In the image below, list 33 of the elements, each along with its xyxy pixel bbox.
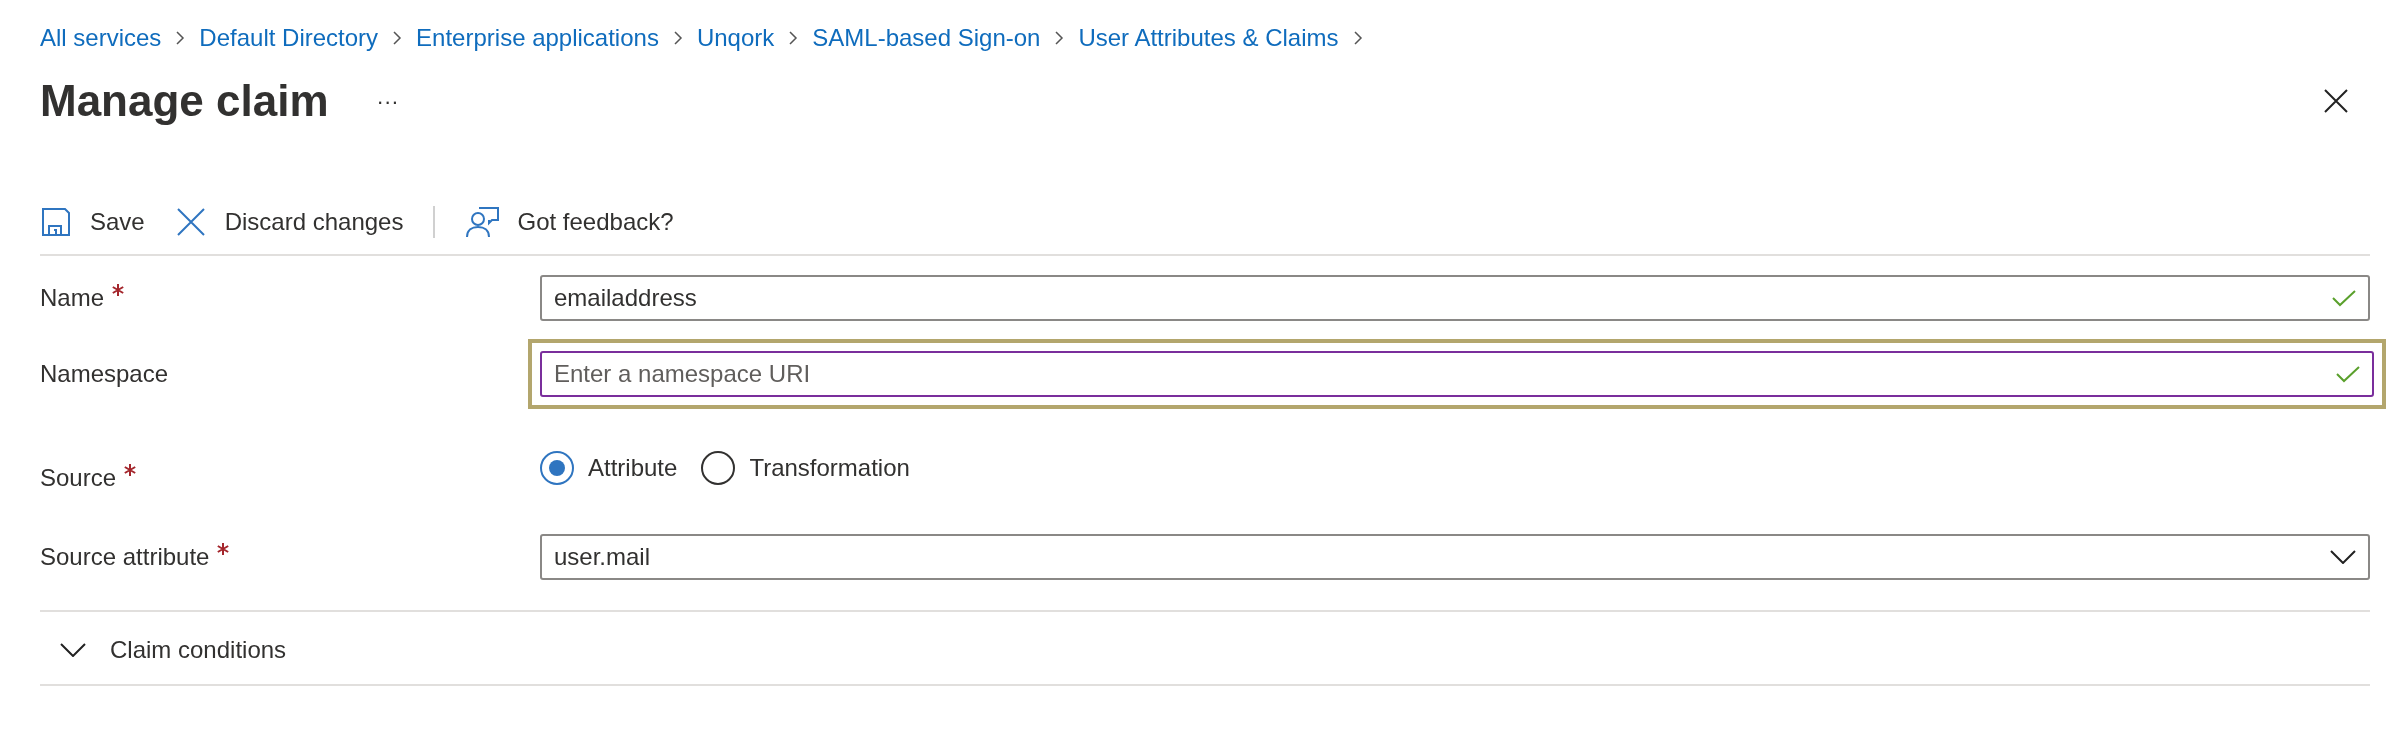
chevron-right-icon [1054,30,1065,46]
close-icon [174,206,207,238]
breadcrumb-link[interactable]: SAML-based Sign-on [812,20,1041,56]
discard-button[interactable]: Discard changes [174,204,404,240]
close-icon[interactable] [2324,89,2348,113]
chevron-right-icon [788,30,799,46]
text-field[interactable]: emailaddress [540,275,2370,321]
radio-option[interactable]: Attribute [540,450,678,486]
breadcrumb-link[interactable]: All services [40,20,162,56]
save-button[interactable]: Save [40,204,145,240]
feedback-button[interactable]: Got feedback? [465,204,674,240]
chevron-right-icon [175,30,186,46]
text-field[interactable]: Enter a namespace URI [540,351,2374,397]
field-label: Name [40,283,105,313]
breadcrumb-link[interactable]: User Attributes & Claims [1078,20,1339,56]
chevron-down-icon [2330,550,2356,564]
field-label: Source attribute [40,542,210,572]
claim-conditions-toggle[interactable]: Claim conditions [40,612,287,688]
save-icon [40,206,72,238]
chevron-right-icon [672,30,683,46]
field-label: Source [40,463,117,493]
breadcrumb-link[interactable]: Unqork [696,20,775,56]
field-label: Namespace [40,359,169,389]
chevron-down-icon [60,643,86,657]
dropdown-field[interactable]: user.mail [540,534,2370,580]
chevron-right-icon [392,30,403,46]
person-feedback-icon [465,206,500,238]
breadcrumb-link[interactable]: Enterprise applications [416,20,659,56]
breadcrumb-link[interactable]: Default Directory [199,20,379,56]
more-button[interactable]: ··· [368,84,407,118]
radio-option[interactable]: Transformation [701,450,910,486]
chevron-right-icon [1352,30,1363,46]
page-title: Manage claim [40,75,329,127]
